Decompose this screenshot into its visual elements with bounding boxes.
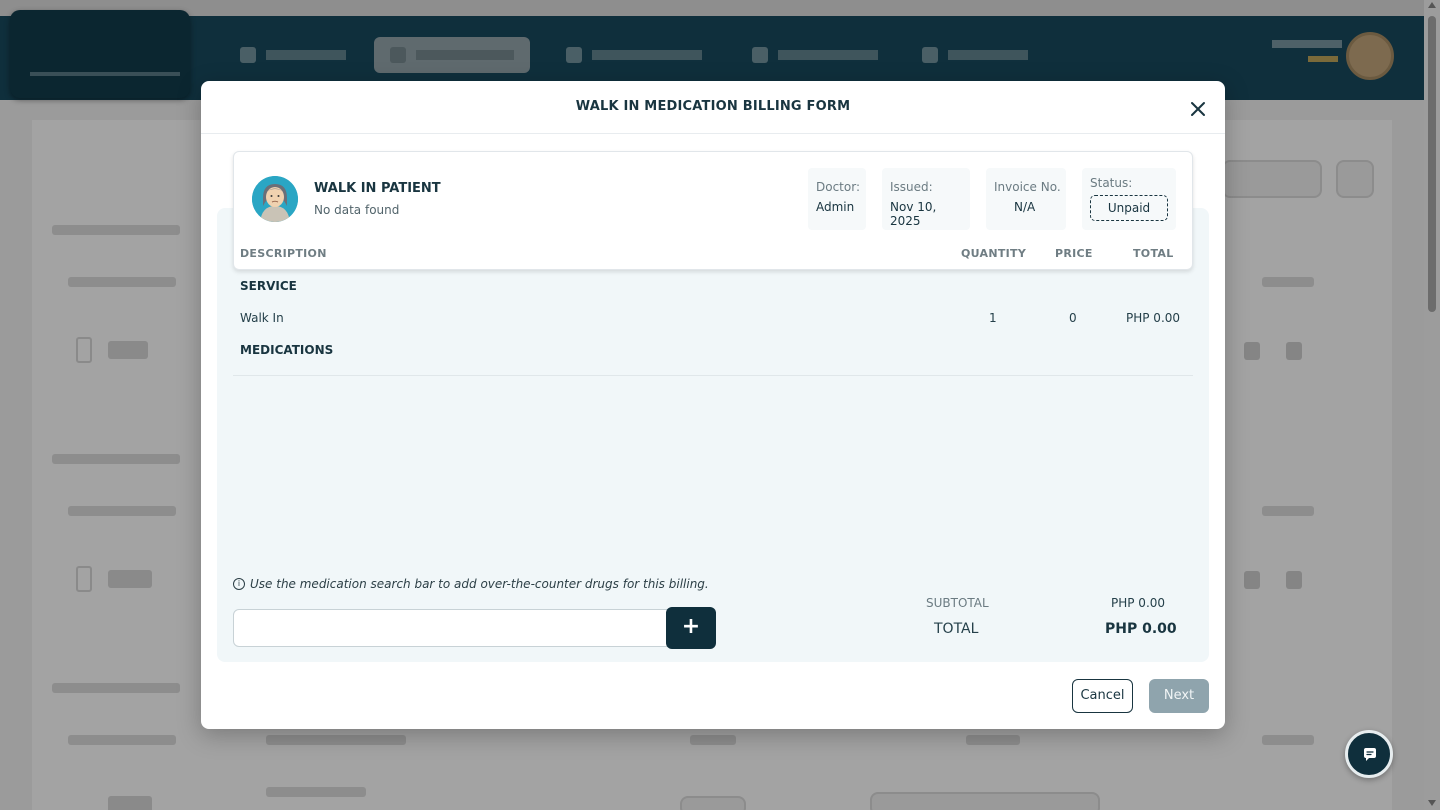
column-header-quantity: QUANTITY [961,247,1027,260]
chat-button[interactable] [1345,730,1393,778]
close-icon [1191,102,1205,116]
scroll-up-arrow-icon[interactable] [1428,2,1436,8]
background-nav-item [240,37,346,73]
doctor-info: Doctor: Admin [808,168,866,230]
background-icon-button [1336,160,1374,198]
modal-title: WALK IN MEDICATION BILLING FORM [575,99,851,114]
service-total: PHP 0.00 [1126,311,1181,325]
billing-modal: WALK IN MEDICATION BILLING FORM WALK IN … [201,81,1225,729]
total-value: PHP 0.00 [1105,621,1177,637]
background-column-header [690,735,736,745]
issued-value: Nov 10, 2025 [890,200,937,228]
info-icon: i [233,578,245,590]
background-queue-number [108,570,152,588]
background-logo-underline [30,72,180,76]
invoice-info: Invoice No. N/A [986,168,1066,230]
background-column-header [1262,277,1314,287]
background-top-strip [0,0,1424,16]
background-row-checkbox [76,337,92,363]
patient-subtitle: No data found [314,203,400,217]
total-label: TOTAL [934,621,979,637]
background-user-avatar [1346,32,1394,80]
medication-search-input[interactable] [233,609,669,647]
background-queue-number [108,796,152,810]
column-header-price: PRICE [1055,247,1093,260]
add-medication-button[interactable]: + [666,607,716,649]
issued-label: Issued: [890,180,933,194]
column-header-total: TOTAL [1133,247,1174,260]
background-column-header [266,735,406,745]
background-row-icon [1244,571,1260,589]
status-badge: Unpaid [1090,195,1168,221]
subtotal-value: PHP 0.00 [1111,596,1166,610]
background-nav-item [922,37,1028,73]
status-info: Status: Unpaid [1082,168,1176,230]
background-nav-item [566,37,702,73]
background-queue-number [108,341,148,359]
next-button[interactable]: Next [1149,679,1209,713]
background-column-header [68,277,176,287]
background-patient-name [266,787,366,797]
close-button[interactable] [1187,98,1209,120]
background-logo [10,10,190,98]
cancel-button[interactable]: Cancel [1072,679,1133,713]
doctor-label: Doctor: [816,180,860,194]
background-column-header [1262,735,1314,745]
background-user-name [1272,40,1342,48]
issued-info: Issued: Nov 10, 2025 [882,168,970,230]
subtotal-label: SUBTOTAL [926,596,989,610]
background-row-icon [1244,342,1260,360]
section-label-service: SERVICE [240,279,297,293]
section-label-medications: MEDICATIONS [240,343,334,357]
patient-name: WALK IN PATIENT [314,181,441,196]
background-row-icon [1286,571,1302,589]
invoice-label: Invoice No. [994,180,1061,194]
doctor-value: Admin [816,200,855,214]
background-actions [870,792,1100,810]
hint-text: Use the medication search bar to add ove… [250,577,709,591]
table-divider [233,375,1193,376]
background-date-heading [52,454,180,464]
background-column-header [68,506,176,516]
patient-info-card: WALK IN PATIENT No data found Doctor: Ad… [233,151,1193,270]
background-nav-item [752,37,878,73]
background-column-header [68,735,176,745]
background-row-checkbox [76,566,92,592]
background-date-heading [52,225,180,235]
billing-content-panel [217,208,1209,662]
service-price: 0 [1069,311,1077,325]
invoice-value: N/A [1014,200,1036,214]
medication-hint: i Use the medication search bar to add o… [233,577,709,591]
background-button [1222,160,1322,198]
background-column-header [1262,506,1314,516]
service-quantity: 1 [989,311,997,325]
status-label: Status: [1090,176,1133,190]
service-description: Walk In [240,311,284,325]
scrollbar-thumb[interactable] [1428,16,1436,312]
background-column-header [966,735,1020,745]
background-user-role [1308,56,1338,62]
avatar-icon [252,176,298,222]
scroll-down-arrow-icon[interactable] [1428,800,1436,806]
modal-header: WALK IN MEDICATION BILLING FORM [201,81,1225,134]
background-status-pill [680,796,746,810]
column-header-description: DESCRIPTION [240,247,327,260]
background-row-icon [1286,342,1302,360]
background-nav-item-active [374,37,530,73]
chat-icon [1364,748,1376,761]
background-date-heading [52,683,180,693]
